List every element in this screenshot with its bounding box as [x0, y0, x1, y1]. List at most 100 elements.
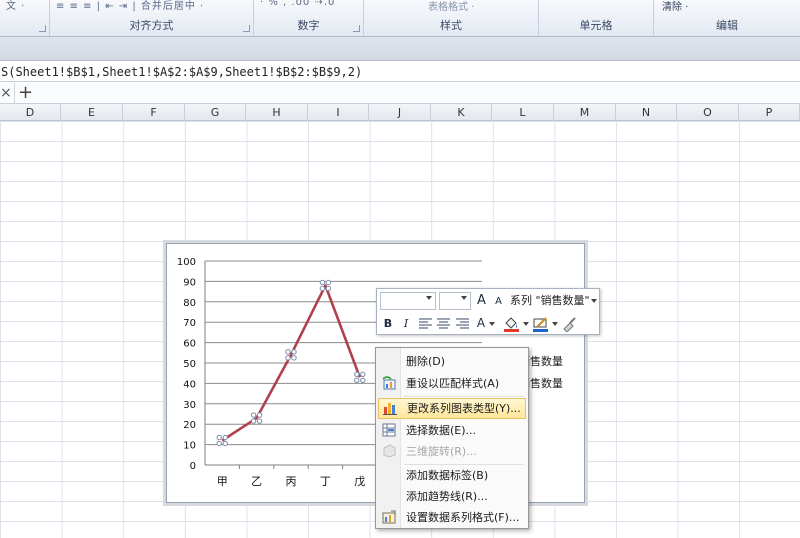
selection-handle[interactable]: [285, 349, 291, 355]
menu-item-label: 删除(D): [406, 355, 446, 368]
y-tick-label: 100: [177, 257, 196, 268]
alignment-buttons[interactable]: ≡ ≡ ≡ | ⇤ ⇥ | 合并后居中 ·: [56, 0, 204, 12]
alignment-launcher-icon[interactable]: [243, 25, 250, 32]
column-header[interactable]: J: [369, 104, 431, 121]
format-series-icon: [382, 510, 396, 524]
menu-item-change-chart-type[interactable]: 更改系列图表类型(Y)...: [378, 398, 526, 419]
bold-button[interactable]: B: [380, 315, 396, 333]
selection-handle[interactable]: [250, 418, 257, 424]
number-launcher-icon[interactable]: [353, 25, 360, 32]
cells-group-label: 单元格: [579, 19, 613, 32]
editing-group-label: 编辑: [716, 19, 738, 32]
grow-font-button[interactable]: A: [474, 292, 489, 310]
ribbon-group-alignment: ≡ ≡ ≡ | ⇤ ⇥ | 合并后居中 · 对齐方式: [50, 0, 254, 36]
selection-handle[interactable]: [291, 349, 297, 355]
selection-handle[interactable]: [325, 285, 332, 292]
column-header[interactable]: H: [246, 104, 308, 121]
chevron-down-icon[interactable]: [552, 322, 558, 326]
chevron-down-icon[interactable]: [591, 299, 597, 303]
add-tab-icon[interactable]: +: [14, 83, 36, 103]
alignment-group-label: 对齐方式: [129, 19, 174, 32]
column-header[interactable]: E: [61, 104, 123, 121]
shrink-font-button[interactable]: A: [491, 293, 506, 311]
number-buttons[interactable]: · % , .00 ⇢.0: [260, 0, 335, 8]
mini-format-toolbar: A A 系列 "销售数量" B I A: [376, 288, 600, 335]
y-tick-label: 60: [183, 339, 196, 350]
x-tick-label: 甲: [217, 475, 228, 488]
font-size-dropdown[interactable]: [439, 292, 471, 310]
font-launcher-icon[interactable]: [39, 25, 46, 32]
format-painter-icon[interactable]: [561, 316, 577, 332]
menu-item-add-data-labels[interactable]: 添加数据标签(B): [378, 465, 526, 486]
rotate-3d-icon: [383, 444, 396, 458]
x-tick-label: 戊: [354, 475, 365, 488]
wen-glyph[interactable]: 文 ·: [6, 0, 25, 12]
selection-handle[interactable]: [354, 377, 360, 383]
series-selector[interactable]: 系列 "销售数量": [510, 292, 590, 310]
font-color-button[interactable]: A: [475, 314, 487, 332]
menu-item-label: 添加数据标签(B): [406, 469, 489, 482]
menu-item-delete[interactable]: 删除(D): [378, 351, 526, 372]
column-header-row: D E F G H I J K L M N O P: [0, 104, 800, 121]
menu-item-label: 设置数据系列格式(F)...: [406, 511, 520, 524]
italic-button[interactable]: I: [398, 315, 414, 333]
menu-item-format-series[interactable]: 设置数据系列格式(F)...: [378, 507, 526, 528]
column-header[interactable]: L: [492, 104, 554, 121]
styles-group-label: 样式: [440, 19, 462, 32]
selection-handle[interactable]: [222, 434, 228, 441]
selection-handle[interactable]: [250, 412, 257, 418]
column-header[interactable]: G: [185, 104, 246, 121]
menu-item-reset-style[interactable]: 重设以匹配样式(A): [378, 373, 526, 394]
selection-handle[interactable]: [360, 377, 366, 383]
column-header[interactable]: K: [431, 104, 492, 121]
column-header[interactable]: F: [123, 104, 185, 121]
ribbon-group-editing: 清除 · 编辑: [654, 0, 800, 36]
menu-item-add-trendline[interactable]: 添加趋势线(R)...: [378, 486, 526, 507]
align-buttons[interactable]: [418, 317, 472, 331]
selection-handle[interactable]: [216, 434, 222, 441]
chevron-down-icon: [461, 296, 467, 300]
close-tab-icon[interactable]: ×: [0, 84, 12, 102]
formula-bar[interactable]: S(Sheet1!$B$1,Sheet1!$A$2:$A$9,Sheet1!$B…: [0, 62, 800, 82]
y-tick-label: 90: [183, 277, 196, 288]
selection-handle[interactable]: [256, 418, 263, 424]
y-tick-label: 40: [183, 379, 196, 390]
menu-item-label: 选择数据(E)...: [406, 424, 477, 437]
selection-handle[interactable]: [319, 279, 326, 286]
menu-separator: [404, 396, 524, 397]
outline-pen-icon[interactable]: [532, 316, 550, 332]
selection-handle[interactable]: [360, 371, 366, 377]
select-data-icon: [382, 423, 396, 437]
y-tick-label: 50: [183, 359, 196, 370]
y-tick-label: 30: [183, 400, 196, 411]
x-tick-label: 丙: [286, 475, 297, 488]
reset-style-icon: [382, 376, 396, 390]
ribbon-bottom-band: [0, 37, 800, 61]
font-name-dropdown[interactable]: [380, 292, 436, 310]
column-header[interactable]: I: [308, 104, 369, 121]
menu-item-label: 更改系列图表类型(Y)...: [407, 402, 521, 415]
menu-item-select-data[interactable]: 选择数据(E)...: [378, 420, 526, 441]
table-format-button[interactable]: 表格格式 ·: [428, 0, 474, 13]
column-header[interactable]: D: [0, 104, 61, 121]
selection-handle[interactable]: [222, 440, 228, 447]
y-tick-label: 70: [183, 318, 196, 329]
column-header[interactable]: O: [677, 104, 739, 121]
selection-handle[interactable]: [325, 279, 332, 286]
selection-handle[interactable]: [319, 285, 326, 292]
chevron-down-icon[interactable]: [489, 322, 495, 326]
selection-handle[interactable]: [285, 355, 291, 361]
ribbon-group-cells: 单元格: [539, 0, 654, 36]
column-header[interactable]: P: [739, 104, 800, 121]
selection-handle[interactable]: [291, 355, 297, 361]
menu-item-3d-rotation[interactable]: 三维旋转(R)...: [378, 441, 526, 462]
selection-handle[interactable]: [216, 440, 222, 447]
chevron-down-icon[interactable]: [523, 322, 529, 326]
selection-handle[interactable]: [354, 371, 360, 377]
column-header[interactable]: M: [554, 104, 616, 121]
clear-button[interactable]: 清除 ·: [662, 0, 688, 13]
selection-handle[interactable]: [256, 412, 263, 418]
fill-bucket-icon[interactable]: [503, 316, 521, 332]
column-header[interactable]: N: [616, 104, 677, 121]
y-tick-label: 10: [183, 441, 196, 452]
